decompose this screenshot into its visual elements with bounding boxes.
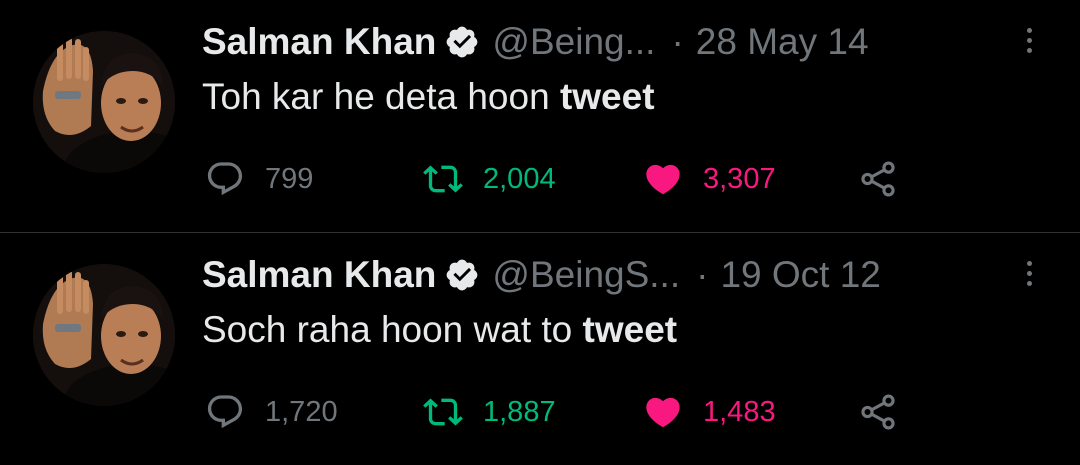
tweet-text: Toh kar he deta hoon tweet <box>202 76 655 118</box>
verified-badge-icon <box>447 259 478 291</box>
reply-icon <box>207 395 243 429</box>
tweet[interactable]: Salman Khan @Being... · 28 May 14 Toh ka… <box>0 0 1080 232</box>
reply-count: 799 <box>265 162 314 195</box>
tweet-text-plain: Soch raha hoon wat to <box>202 309 583 350</box>
reply-button[interactable]: 1,720 <box>205 388 338 436</box>
retweet-button[interactable]: 1,887 <box>423 388 556 436</box>
reply-icon <box>207 162 243 196</box>
tweet-text-bold: tweet <box>582 309 678 350</box>
tweet-date[interactable]: 19 Oct 12 <box>720 254 880 296</box>
heart-icon <box>646 164 680 195</box>
retweet-icon <box>423 398 463 426</box>
avatar[interactable] <box>33 31 175 173</box>
share-icon <box>861 394 895 430</box>
like-button[interactable]: 1,483 <box>643 388 776 436</box>
author-name[interactable]: Salman Khan <box>202 254 436 296</box>
tweet-text-bold: tweet <box>559 76 655 117</box>
verified-badge-icon <box>447 26 478 58</box>
more-options-icon[interactable] <box>1024 261 1034 291</box>
tweet-text: Soch raha hoon wat to tweet <box>202 309 677 351</box>
retweet-button[interactable]: 2,004 <box>423 155 556 203</box>
share-button[interactable] <box>857 155 899 203</box>
separator-dot: · <box>671 21 684 62</box>
tweet-actions: 799 2,004 3,307 <box>205 155 925 203</box>
more-options-icon[interactable] <box>1024 28 1034 58</box>
heart-icon <box>646 397 680 428</box>
reply-button[interactable]: 799 <box>205 155 313 203</box>
like-button[interactable]: 3,307 <box>643 155 776 203</box>
author-name[interactable]: Salman Khan <box>202 21 436 63</box>
like-count: 1,483 <box>703 395 776 428</box>
like-count: 3,307 <box>703 162 776 195</box>
share-icon <box>861 161 895 197</box>
retweet-count: 1,887 <box>483 395 556 428</box>
tweet-date[interactable]: 28 May 14 <box>696 21 869 63</box>
retweet-count: 2,004 <box>483 162 556 195</box>
avatar[interactable] <box>33 264 175 406</box>
author-handle[interactable]: @Being... <box>492 21 655 63</box>
tweet-actions: 1,720 1,887 1,483 <box>205 388 925 436</box>
author-handle[interactable]: @BeingS... <box>492 254 680 296</box>
separator-dot: · <box>696 254 709 295</box>
retweet-icon <box>423 165 463 193</box>
reply-count: 1,720 <box>265 395 338 428</box>
share-button[interactable] <box>857 388 899 436</box>
tweet-text-plain: Toh kar he deta hoon <box>202 76 560 117</box>
tweet[interactable]: Salman Khan @BeingS... · 19 Oct 12 Soch … <box>0 233 1080 465</box>
